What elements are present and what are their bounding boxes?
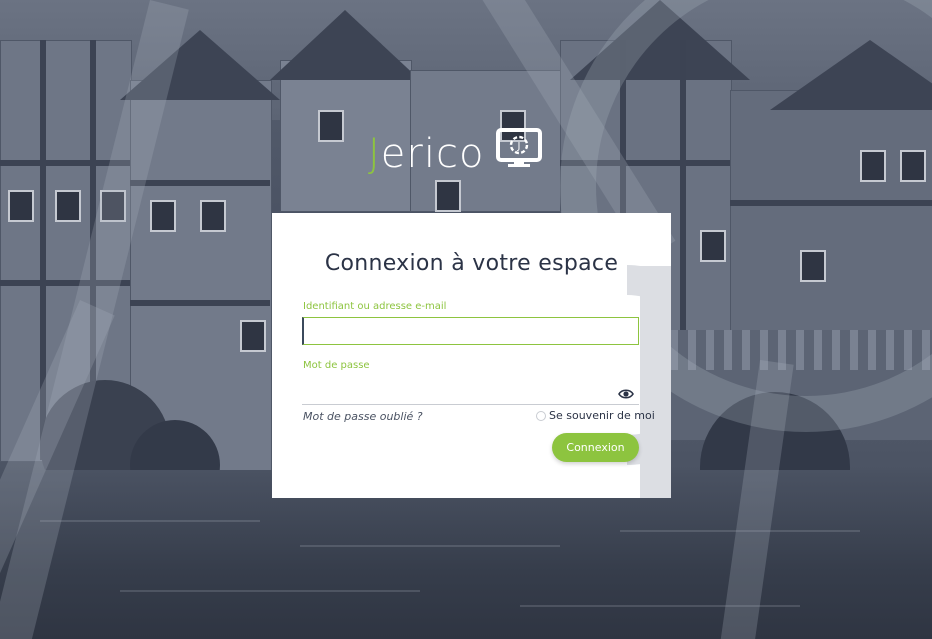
remember-me-label: Se souvenir de moi bbox=[549, 409, 655, 422]
monitor-gear-icon: J bbox=[496, 128, 543, 170]
card-decoration-bar bbox=[640, 266, 671, 498]
login-button[interactable]: Connexion bbox=[552, 433, 639, 462]
jerico-logo: Jerico J bbox=[368, 126, 543, 177]
forgot-password-link[interactable]: Mot de passe oublié ? bbox=[303, 410, 423, 423]
login-page: Jerico J Connexion à votre espace Identi… bbox=[0, 0, 932, 639]
eye-icon[interactable] bbox=[618, 385, 634, 399]
username-label: Identifiant ou adresse e-mail bbox=[303, 301, 447, 312]
logo-wordmark: Jerico bbox=[368, 131, 485, 177]
page-title: Connexion à votre espace bbox=[324, 251, 619, 276]
username-input[interactable] bbox=[302, 317, 639, 345]
remember-me-checkbox[interactable] bbox=[536, 410, 546, 421]
svg-text:J: J bbox=[517, 141, 521, 152]
remember-me[interactable]: Se souvenir de moi bbox=[536, 409, 655, 422]
password-input[interactable] bbox=[302, 377, 639, 405]
password-label: Mot de passe bbox=[303, 360, 370, 371]
login-card: Connexion à votre espace Identifiant ou … bbox=[272, 213, 671, 498]
